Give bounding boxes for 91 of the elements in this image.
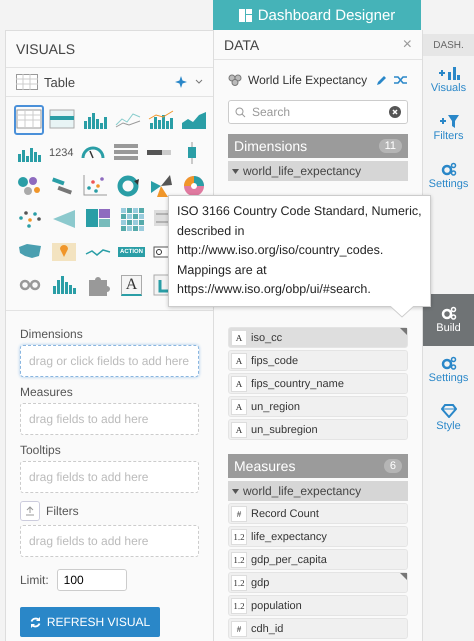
type-tag: # (231, 506, 247, 522)
section-title: Dimensions (234, 138, 308, 154)
sparkle-icon[interactable] (175, 75, 189, 89)
side-tab[interactable]: Settings (423, 346, 474, 394)
type-tag: A (231, 352, 247, 368)
side-tab[interactable]: Style (423, 394, 474, 442)
refresh-visual-button[interactable]: REFRESH VISUAL (20, 607, 160, 637)
field-name: un_subregion (251, 424, 318, 436)
type-tag: A (231, 398, 247, 414)
settings-icon (440, 162, 456, 176)
side-tab[interactable]: Filters (423, 104, 474, 152)
tooltip-line: http://www.iso.org/iso/country_codes. (177, 242, 384, 259)
type-tag: A (231, 422, 247, 438)
field-item[interactable]: 1.2 gdp (228, 572, 408, 593)
field-name: fips_country_name (251, 378, 344, 390)
upload-icon (25, 506, 35, 516)
field-item[interactable]: 1.2 life_expectancy (228, 526, 408, 547)
side-tab[interactable]: Settings (423, 152, 474, 200)
caret-icon (232, 488, 239, 494)
field-name: life_expectancy (251, 530, 327, 542)
field-name: iso_cc (251, 332, 282, 344)
type-tag: 1.2 (231, 552, 247, 568)
side-tab-header: DASH. (423, 34, 474, 56)
shelf-label: Measures (20, 385, 73, 399)
type-tag: A (231, 330, 247, 346)
add-filter-icon (438, 114, 458, 128)
type-tag: A (231, 376, 247, 392)
field-item[interactable]: # cdh_id (228, 618, 408, 639)
field-item[interactable]: A iso_cc (228, 327, 408, 348)
clear-icon[interactable] (389, 106, 401, 118)
type-tag: # (231, 620, 247, 636)
shelf-label: Filters (46, 504, 79, 518)
visual-type-selector[interactable]: Table (6, 68, 213, 97)
visual-type-name: Table (44, 74, 76, 90)
limit-label: Limit: (20, 573, 49, 587)
edit-icon[interactable] (376, 74, 388, 86)
field-item[interactable]: A fips_country_name (228, 373, 408, 394)
kpi-visual-icon[interactable]: 1234 (49, 147, 74, 159)
field-item[interactable]: # Record Count (228, 503, 408, 524)
radial-visual-icon[interactable] (148, 173, 174, 199)
rich-text-visual-icon[interactable]: A (120, 274, 142, 296)
type-tag: 1.2 (231, 598, 247, 614)
type-tag: 1.2 (231, 574, 247, 590)
tooltip-line: described in (177, 222, 246, 240)
field-name: population (251, 600, 302, 612)
caret-icon (232, 168, 239, 174)
settings-icon (440, 356, 456, 370)
field-name: Record Count (251, 508, 319, 520)
side-tab[interactable]: Visuals (423, 56, 474, 104)
field-name: un_region (251, 400, 300, 412)
group-name: world_life_expectancy (243, 164, 362, 178)
upload-button[interactable] (20, 501, 40, 521)
settings-icon (440, 306, 456, 320)
panel-title: VISUALS (16, 41, 76, 57)
group-row[interactable]: world_life_expectancy (228, 161, 408, 181)
limit-input[interactable]: 100 (56, 569, 127, 591)
count-badge: 6 (384, 459, 402, 473)
donut-visual-icon[interactable] (115, 173, 141, 199)
shelf-label: Dimensions (20, 327, 83, 341)
panel-title: DATA (224, 36, 260, 52)
dataset-icon (228, 74, 242, 86)
group-name: world_life_expectancy (243, 484, 362, 498)
field-item[interactable]: 1.2 population (228, 595, 408, 616)
refresh-icon (30, 616, 41, 628)
field-name: gdp_per_capita (251, 554, 327, 566)
search-icon (235, 106, 246, 118)
tooltip-line: https://www.iso.org/obp/ui/#search. (177, 281, 372, 298)
field-item[interactable]: 1.2 gdp_per_capita (228, 549, 408, 570)
field-item[interactable]: A un_region (228, 396, 408, 417)
section-title: Measures (234, 458, 296, 474)
diamond-icon (440, 404, 456, 418)
title-text: Dashboard Designer (258, 6, 396, 24)
chevron-down-icon[interactable] (195, 79, 203, 85)
field-name: cdh_id (251, 622, 284, 634)
dataset-name: World Life Expectancy (248, 73, 368, 87)
field-item[interactable]: A un_subregion (228, 419, 408, 440)
tooltip-line: ISO 3166 Country Code Standard, Numeric, (177, 203, 422, 220)
type-tag: 1.2 (231, 528, 247, 544)
table-icon (16, 74, 38, 90)
field-name: fips_code (251, 354, 298, 366)
shuffle-icon[interactable] (394, 74, 408, 86)
heatmap-visual-icon[interactable] (118, 206, 144, 232)
count-badge: 11 (378, 139, 402, 153)
shelf-label: Tooltips (20, 443, 61, 457)
group-row[interactable]: world_life_expectancy (228, 481, 408, 501)
tooltip-line: Mappings are at (177, 262, 268, 279)
add-chart-icon (438, 66, 460, 80)
field-name: gdp (251, 576, 270, 588)
field-item[interactable]: A fips_code (228, 350, 408, 371)
dashboard-icon (238, 8, 252, 22)
side-tab[interactable]: Build (423, 294, 474, 346)
